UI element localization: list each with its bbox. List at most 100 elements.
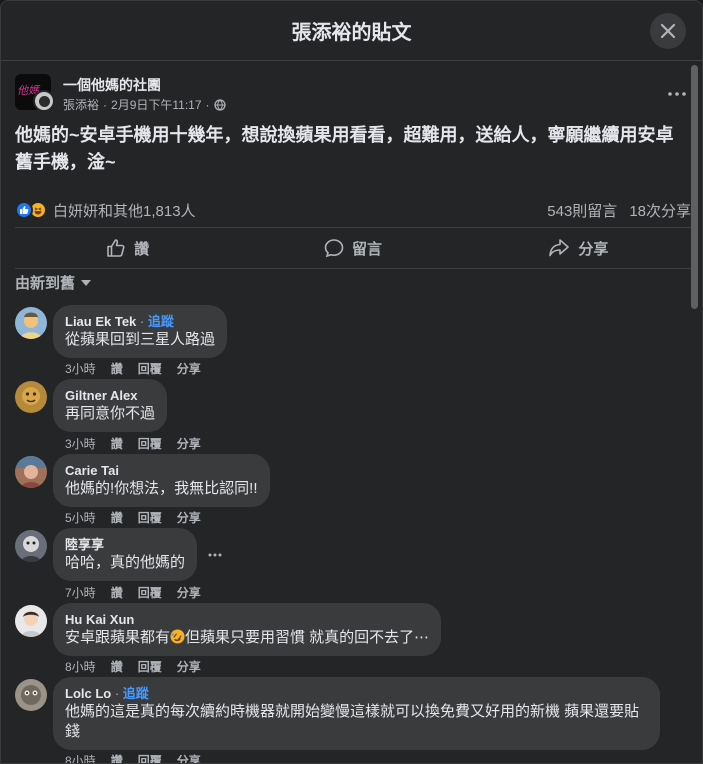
comment-text: 從蘋果回到三星人路過 <box>65 331 216 348</box>
commenter-avatar[interactable] <box>15 530 47 562</box>
comment-icon <box>324 239 344 258</box>
comment-time[interactable]: 5小時 <box>65 509 96 526</box>
comment-actions: 5小時 讚 回覆 分享 <box>65 509 201 526</box>
commenter-avatar[interactable] <box>15 456 47 488</box>
comment-label: 留言 <box>351 240 382 258</box>
comment-text: 安卓跟蘋果都有 但蘋果只要用習慣 就真的回不去了⋯ <box>65 628 429 648</box>
caret-down-icon <box>81 279 92 286</box>
comment-text: 他媽的!你想法，我無比認同!! <box>65 480 258 497</box>
author-avatar[interactable] <box>33 90 55 112</box>
comment-text: 他媽的這是真的每次續約時機器就開始變慢這樣就可以換免費又好用的新機 蘋果還要貼錢 <box>65 703 640 740</box>
post-text: 他媽的~安卓手機用十幾年，想說換蘋果用看看，超難用，送給人，寧願繼續用安卓舊手機… <box>15 125 674 172</box>
sort-label: 由新到舊 <box>15 275 76 292</box>
globe-icon <box>213 98 226 111</box>
comment-like-button[interactable]: 讚 <box>111 509 123 526</box>
more-icon <box>668 92 686 96</box>
comment-reply-button[interactable]: 回覆 <box>138 584 162 601</box>
comment-more-button[interactable] <box>208 544 222 561</box>
more-icon <box>208 553 222 557</box>
like-reaction-icon <box>15 201 33 219</box>
comment-time[interactable]: 3小時 <box>65 360 96 377</box>
post-time[interactable]: 2月9日下午11:17 <box>111 96 202 113</box>
comment-bubble: Lolc Lo · 追蹤 他媽的這是真的每次續約時機器就開始變慢這樣就可以換免費… <box>53 677 660 750</box>
commenter-name[interactable]: Liau Ek Tek <box>65 314 136 329</box>
commenter-avatar[interactable] <box>15 381 47 413</box>
comment-reply-button[interactable]: 回覆 <box>138 509 162 526</box>
group-name[interactable]: 一個他媽的社團 <box>63 75 161 95</box>
comment-reply-button[interactable]: 回覆 <box>138 658 162 675</box>
share-count[interactable]: 18次分享 <box>629 200 691 221</box>
scrollbar[interactable] <box>691 65 698 309</box>
comment-time[interactable]: 3小時 <box>65 435 96 452</box>
comment-like-button[interactable]: 讚 <box>111 435 123 452</box>
comment-bubble: Giltner Alex 再同意你不過 <box>53 379 168 432</box>
comment-sort-dropdown[interactable]: 由新到舊 <box>15 272 92 293</box>
post-dialog: 張添裕的貼文 他媽 一個他媽的社團 張添裕 · 2月9日下午11:17 · 他媽… <box>0 0 703 764</box>
comment-text-part: 安卓跟蘋果都有 <box>65 629 171 646</box>
comment-share-button[interactable]: 分享 <box>177 435 201 452</box>
comment-actions: 3小時 讚 回覆 分享 <box>65 360 201 377</box>
comment-bubble: Liau Ek Tek · 追蹤 從蘋果回到三星人路過 <box>53 305 228 358</box>
comment-like-button[interactable]: 讚 <box>111 360 123 377</box>
comment-actions: 3小時 讚 回覆 分享 <box>65 435 201 452</box>
comment-reply-button[interactable]: 回覆 <box>138 435 162 452</box>
comment-count[interactable]: 543則留言 <box>547 200 617 221</box>
commenter-name[interactable]: Giltner Alex <box>65 388 137 403</box>
share-label: 分享 <box>578 240 609 258</box>
post-meta: 張添裕 · 2月9日下午11:17 · <box>63 96 226 113</box>
comment-actions: 7小時 讚 回覆 分享 <box>65 584 201 601</box>
comment-text-part: 但蘋果只要用習慣 就真的回不去了⋯ <box>185 629 430 646</box>
commenter-avatar[interactable] <box>15 605 47 637</box>
comment-like-button[interactable]: 讚 <box>111 584 123 601</box>
commenter-name[interactable]: Lolc Lo <box>65 686 111 701</box>
comment-text: 哈哈，真的他媽的 <box>65 554 186 571</box>
comment-time[interactable]: 8小時 <box>65 658 96 675</box>
commenter-name[interactable]: 陸享享 <box>65 537 104 552</box>
comment-share-button[interactable]: 分享 <box>177 509 201 526</box>
comment-share-button[interactable]: 分享 <box>177 658 201 675</box>
close-button[interactable] <box>650 13 686 49</box>
dialog-header: 張添裕的貼文 <box>1 1 702 61</box>
comment-share-button[interactable]: 分享 <box>177 360 201 377</box>
comment-bubble: Hu Kai Xun 安卓跟蘋果都有 但蘋果只要用習慣 就真的回不去了⋯ <box>53 603 442 656</box>
more-options-button[interactable] <box>663 80 691 108</box>
commenter-avatar[interactable] <box>15 307 47 339</box>
comment-bubble: 陸享享 哈哈，真的他媽的 <box>53 528 198 581</box>
comment-reply-button[interactable]: 回覆 <box>138 360 162 377</box>
rofl-emoji-icon <box>170 629 185 644</box>
reactions-bar: 白妍妍和其他1,813人 543則留言 18次分享 <box>15 198 691 222</box>
close-icon <box>660 23 676 39</box>
commenter-avatar[interactable] <box>15 679 47 711</box>
comment-like-button[interactable]: 讚 <box>111 752 123 763</box>
comment-reply-button[interactable]: 回覆 <box>138 752 162 763</box>
share-icon <box>549 239 570 257</box>
like-label: 讚 <box>134 240 150 258</box>
comment-bubble: Carie Tai 他媽的!你想法，我無比認同!! <box>53 454 270 507</box>
commenter-name[interactable]: Carie Tai <box>65 463 119 478</box>
commenter-name[interactable]: Hu Kai Xun <box>65 612 134 627</box>
reaction-icons[interactable] <box>15 201 47 219</box>
comment-actions: 8小時 讚 回覆 分享 <box>65 658 201 675</box>
follow-button[interactable]: 追蹤 <box>123 686 149 701</box>
comment-button[interactable]: 留言 <box>240 228 465 268</box>
comment-share-button[interactable]: 分享 <box>177 584 201 601</box>
comment-text: 再同意你不過 <box>65 405 156 422</box>
like-button[interactable]: 讚 <box>15 228 240 268</box>
reactions-summary[interactable]: 白妍妍和其他1,813人 <box>53 200 196 221</box>
post-actions: 讚 留言 分享 <box>15 227 691 269</box>
author-name[interactable]: 張添裕 <box>63 96 99 113</box>
dialog-title: 張添裕的貼文 <box>291 22 412 44</box>
comment-like-button[interactable]: 讚 <box>111 658 123 675</box>
share-button[interactable]: 分享 <box>466 228 691 268</box>
comment-actions: 8小時 讚 回覆 分享 <box>65 752 201 763</box>
follow-button[interactable]: 追蹤 <box>148 314 174 329</box>
post-counts: 543則留言 18次分享 <box>547 200 691 221</box>
dialog-body[interactable]: 他媽 一個他媽的社團 張添裕 · 2月9日下午11:17 · 他媽的~安卓手機用… <box>1 62 702 763</box>
like-icon <box>107 239 125 257</box>
meta-separator: · <box>205 97 210 112</box>
comment-time[interactable]: 7小時 <box>65 584 96 601</box>
post-header: 他媽 一個他媽的社團 張添裕 · 2月9日下午11:17 · <box>15 74 695 114</box>
meta-separator: · <box>103 97 108 112</box>
comment-time[interactable]: 8小時 <box>65 752 96 763</box>
comment-share-button[interactable]: 分享 <box>177 752 201 763</box>
